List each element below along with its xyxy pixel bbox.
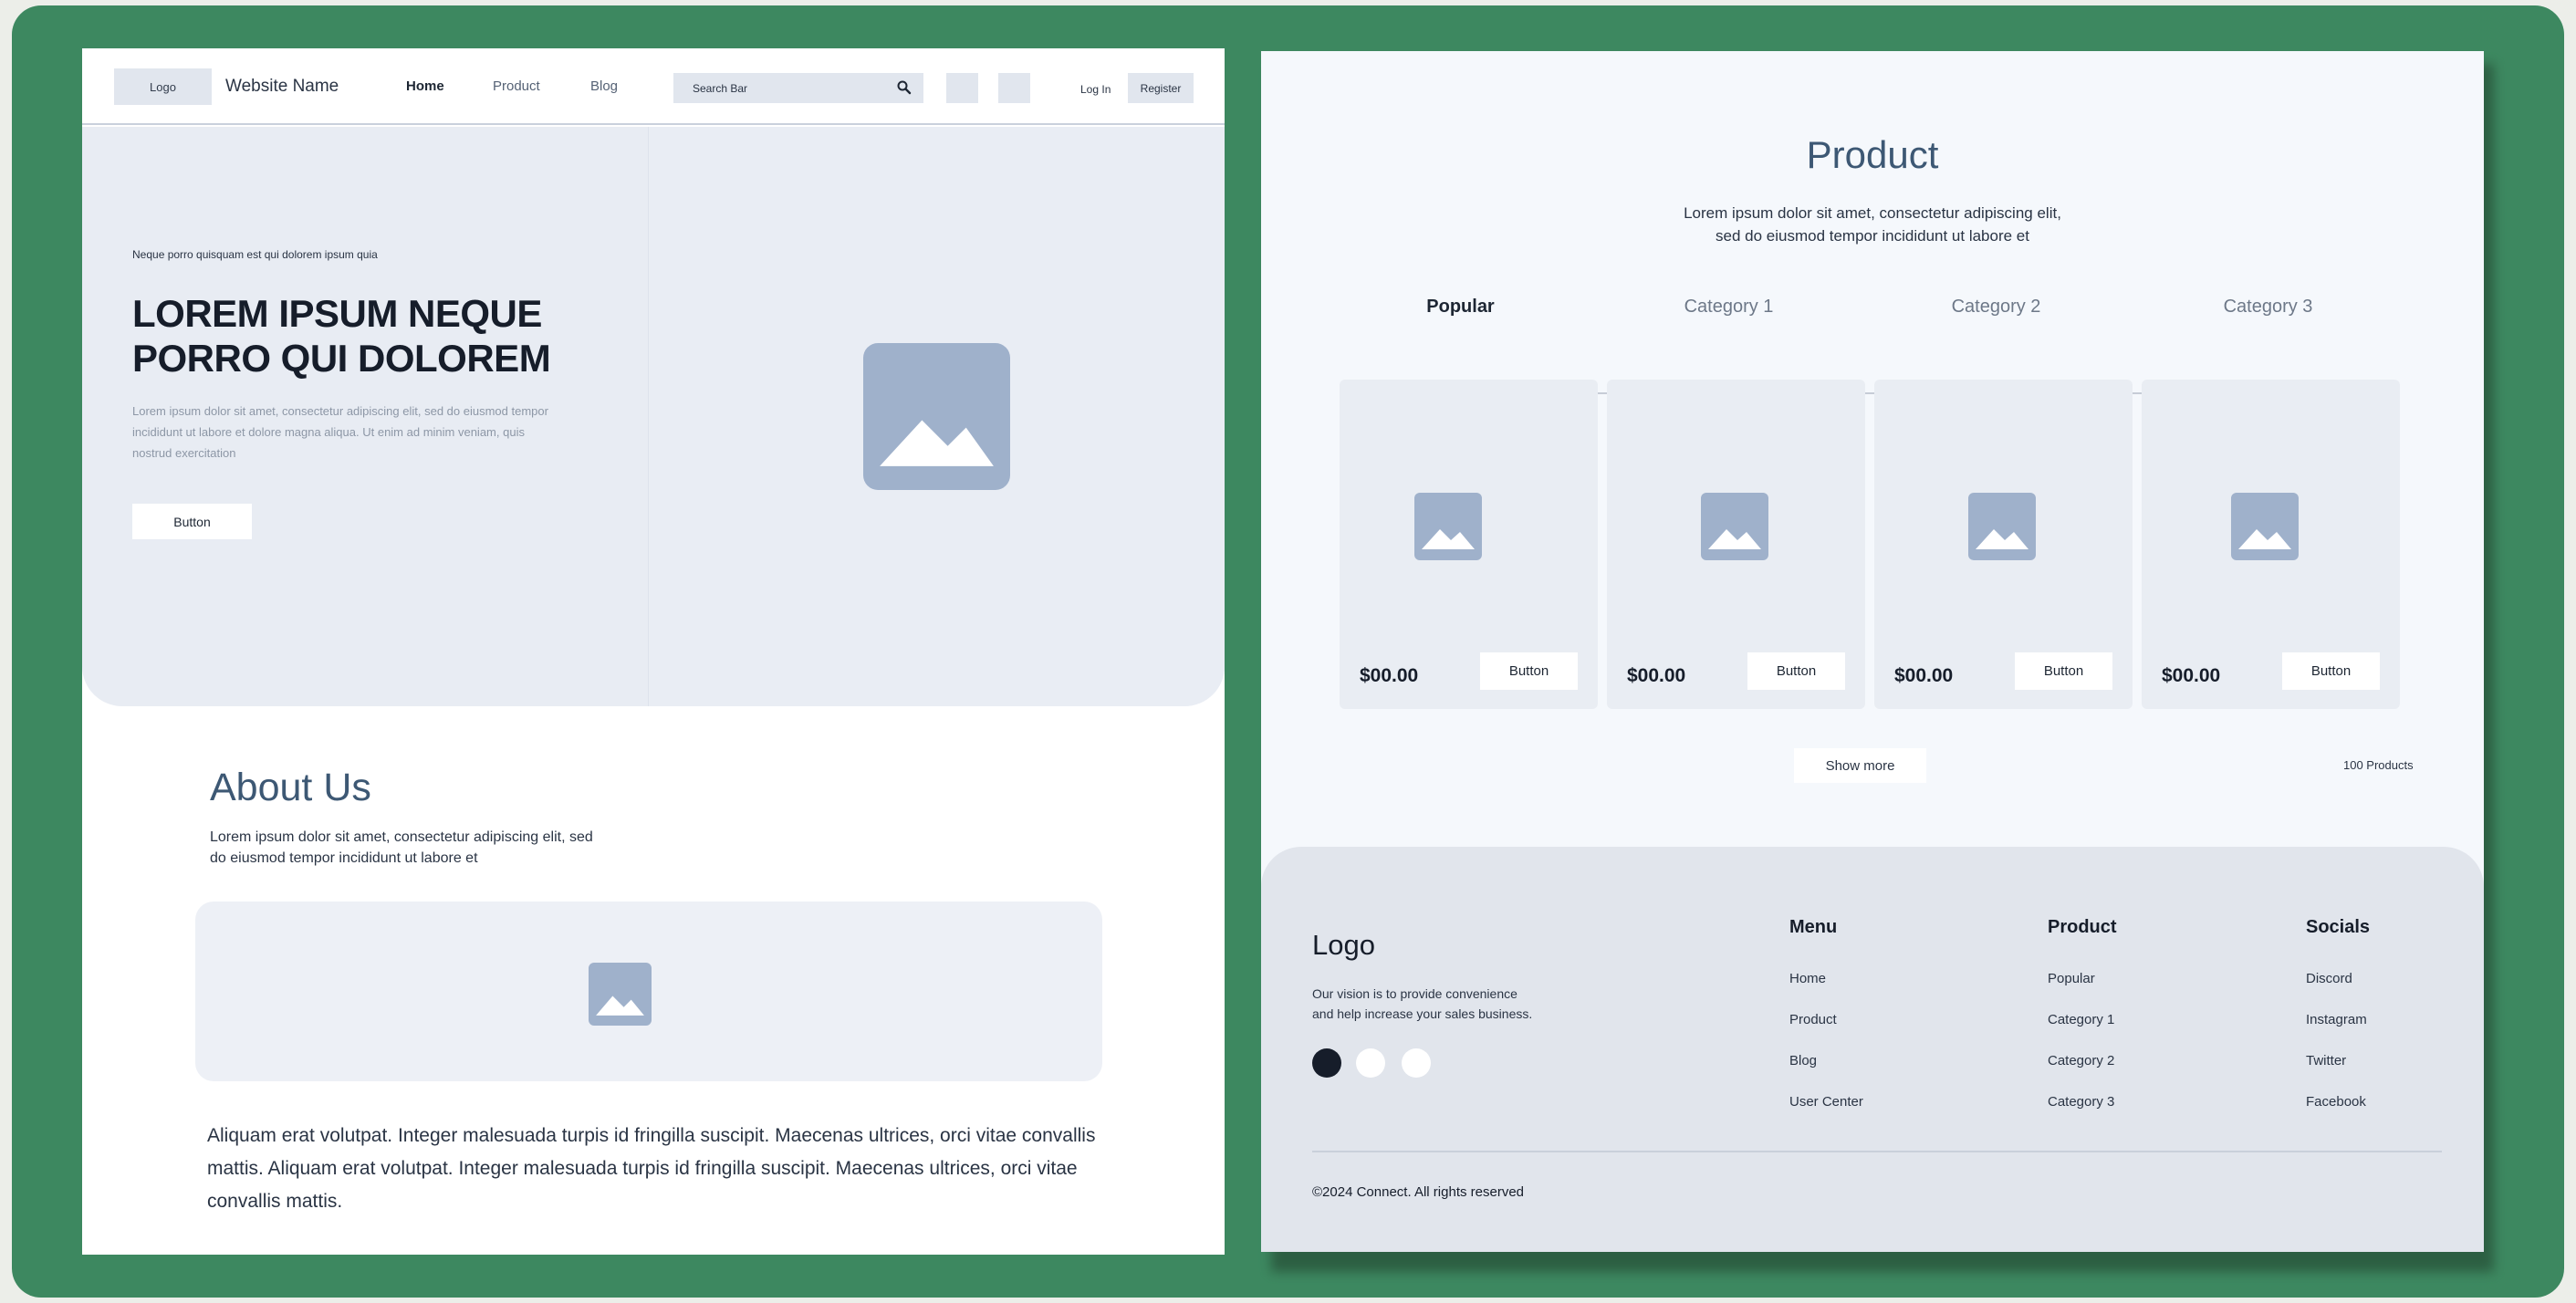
tab-popular[interactable]: Popular xyxy=(1340,290,1581,394)
footer-link[interactable]: Category 2 xyxy=(2048,1053,2114,1068)
footer-link[interactable]: Discord xyxy=(2306,971,2352,986)
product-price: $00.00 xyxy=(1894,665,1954,686)
icon-placeholder-button[interactable] xyxy=(946,73,978,103)
nav-link-product[interactable]: Product xyxy=(493,78,540,94)
nav-link-blog[interactable]: Blog xyxy=(590,78,618,94)
image-placeholder-icon xyxy=(2231,493,2299,560)
hero-section: Neque porro quisquam est qui dolorem ips… xyxy=(82,127,1225,706)
search-placeholder: Search Bar xyxy=(693,81,748,95)
tab-category-1[interactable]: Category 1 xyxy=(1608,290,1850,392)
about-subtitle-line: do eiusmod tempor incididunt ut labore e… xyxy=(210,850,478,866)
footer-link[interactable]: User Center xyxy=(1789,1094,1863,1110)
image-placeholder-icon xyxy=(1968,493,2036,560)
hero-eyebrow: Neque porro quisquam est qui dolorem ips… xyxy=(132,248,378,261)
product-subtitle-line: sed do eiusmod tempor incididunt ut labo… xyxy=(1716,227,2029,245)
product-card[interactable]: $00.00 Button xyxy=(2142,380,2400,709)
social-dot-icon[interactable] xyxy=(1402,1048,1431,1078)
about-paragraph: Aliquam erat volutpat. Integer malesuada… xyxy=(207,1125,1096,1212)
footer-heading-socials: Socials xyxy=(2306,917,2371,937)
product-page-mockup: Product Lorem ipsum dolor sit amet, cons… xyxy=(1261,51,2484,1252)
social-dot-icon[interactable] xyxy=(1356,1048,1385,1078)
footer-link[interactable]: Category 3 xyxy=(2048,1094,2114,1110)
copyright-text: ©2024 Connect. All rights reserved xyxy=(1312,1184,1525,1200)
product-section-subtitle: Lorem ipsum dolor sit amet, consectetur … xyxy=(1261,202,2484,247)
image-placeholder-icon xyxy=(863,343,1010,490)
product-card[interactable]: $00.00 Button xyxy=(1607,380,1865,709)
footer-vision-line: and help increase your sales business. xyxy=(1312,1006,1533,1021)
product-price: $00.00 xyxy=(1627,665,1686,686)
product-button[interactable]: Button xyxy=(2282,652,2380,690)
footer-link[interactable]: Twitter xyxy=(2306,1053,2346,1068)
website-name[interactable]: Website Name xyxy=(225,77,339,97)
product-button[interactable]: Button xyxy=(2015,652,2112,690)
tab-category-3[interactable]: Category 3 xyxy=(2147,290,2389,392)
product-button[interactable]: Button xyxy=(1480,652,1578,690)
hero-title: LOREM IPSUM NEQUE PORRO QUI DOLOREM xyxy=(132,291,625,380)
product-price: $00.00 xyxy=(1360,665,1419,686)
image-placeholder-icon xyxy=(1701,493,1768,560)
hero-title-line: PORRO QUI DOLOREM xyxy=(132,337,551,380)
image-placeholder-icon xyxy=(589,963,652,1026)
hero-button[interactable]: Button xyxy=(132,504,252,539)
product-subtitle-line: Lorem ipsum dolor sit amet, consectetur … xyxy=(1684,204,2061,222)
footer-vision-line: Our vision is to provide convenience xyxy=(1312,986,1517,1001)
product-price: $00.00 xyxy=(2162,665,2221,686)
about-title: About Us xyxy=(210,766,371,809)
login-link[interactable]: Log In xyxy=(1080,83,1111,96)
footer-link[interactable]: Category 1 xyxy=(2048,1012,2114,1027)
product-button[interactable]: Button xyxy=(1747,652,1845,690)
image-placeholder-icon xyxy=(1414,493,1482,560)
footer-heading-product: Product xyxy=(2048,917,2117,937)
nav-link-home[interactable]: Home xyxy=(406,78,444,94)
footer: Logo Our vision is to provide convenienc… xyxy=(1261,847,2484,1252)
tab-category-2[interactable]: Category 2 xyxy=(1875,290,2117,392)
footer-logo[interactable]: Logo xyxy=(1312,929,1375,962)
search-icon[interactable] xyxy=(896,79,913,96)
show-more-button[interactable]: Show more xyxy=(1794,748,1926,783)
hero-image-panel xyxy=(648,127,1225,706)
product-section-title: Product xyxy=(1806,133,1939,176)
footer-link[interactable]: Home xyxy=(1789,971,1826,986)
footer-heading-menu: Menu xyxy=(1789,917,1838,937)
product-count: 100 Products xyxy=(2343,758,2414,772)
footer-link[interactable]: Blog xyxy=(1789,1053,1817,1068)
footer-link[interactable]: Popular xyxy=(2048,971,2095,986)
logo[interactable]: Logo xyxy=(114,68,212,105)
footer-vision: Our vision is to provide convenience and… xyxy=(1312,984,1577,1024)
footer-divider xyxy=(1312,1151,2442,1152)
footer-link[interactable]: Facebook xyxy=(2306,1094,2366,1110)
about-subtitle: Lorem ipsum dolor sit amet, consectetur … xyxy=(210,827,648,869)
landing-page-mockup: Logo Website Name Home Product Blog Sear… xyxy=(82,48,1225,1255)
social-dot-icon[interactable] xyxy=(1312,1048,1341,1078)
top-navbar: Logo Website Name Home Product Blog Sear… xyxy=(82,48,1225,125)
register-button[interactable]: Register xyxy=(1128,73,1194,103)
hero-title-line: LOREM IPSUM NEQUE xyxy=(132,292,542,335)
footer-link[interactable]: Product xyxy=(1789,1012,1837,1027)
hero-description: Lorem ipsum dolor sit amet, consectetur … xyxy=(132,404,548,460)
search-input[interactable]: Search Bar xyxy=(673,73,923,103)
about-subtitle-line: Lorem ipsum dolor sit amet, consectetur … xyxy=(210,829,593,845)
product-card[interactable]: $00.00 Button xyxy=(1874,380,2133,709)
icon-placeholder-button[interactable] xyxy=(998,73,1030,103)
footer-link[interactable]: Instagram xyxy=(2306,1012,2367,1027)
category-tabs: Popular Category 1 Category 2 Category 3 xyxy=(1340,290,2384,394)
product-card[interactable]: $00.00 Button xyxy=(1340,380,1598,709)
